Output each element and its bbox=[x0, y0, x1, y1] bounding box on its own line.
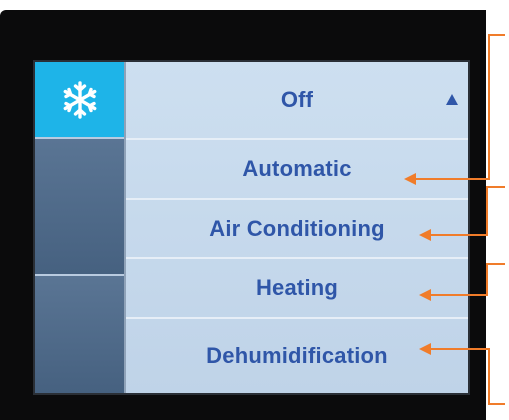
menu-item-label: Dehumidification bbox=[206, 343, 388, 368]
snowflake-icon bbox=[60, 80, 100, 120]
sidebar-tab-3[interactable] bbox=[35, 276, 124, 393]
mode-sidebar bbox=[35, 62, 126, 393]
sidebar-tab-cooling[interactable] bbox=[35, 62, 124, 139]
menu-item-air-conditioning[interactable]: Air Conditioning bbox=[126, 200, 468, 259]
lcd-screen: Off Automatic Air Conditioning Heating D… bbox=[33, 60, 470, 395]
menu-item-automatic[interactable]: Automatic bbox=[126, 140, 468, 200]
sidebar-tab-2[interactable] bbox=[35, 139, 124, 276]
menu-item-heating[interactable]: Heating bbox=[126, 259, 468, 319]
menu-item-off[interactable]: Off bbox=[126, 62, 468, 140]
menu-item-label: Automatic bbox=[242, 156, 352, 181]
mode-menu: Off Automatic Air Conditioning Heating D… bbox=[126, 62, 468, 393]
menu-item-label: Air Conditioning bbox=[209, 215, 385, 241]
menu-item-label: Off bbox=[280, 87, 314, 112]
up-arrow-icon[interactable] bbox=[446, 94, 458, 105]
menu-item-dehumidification[interactable]: Dehumidification bbox=[126, 319, 468, 393]
page: Off Automatic Air Conditioning Heating D… bbox=[0, 0, 509, 420]
thermostat-device: Off Automatic Air Conditioning Heating D… bbox=[0, 10, 486, 420]
menu-item-label: Heating bbox=[255, 275, 339, 300]
